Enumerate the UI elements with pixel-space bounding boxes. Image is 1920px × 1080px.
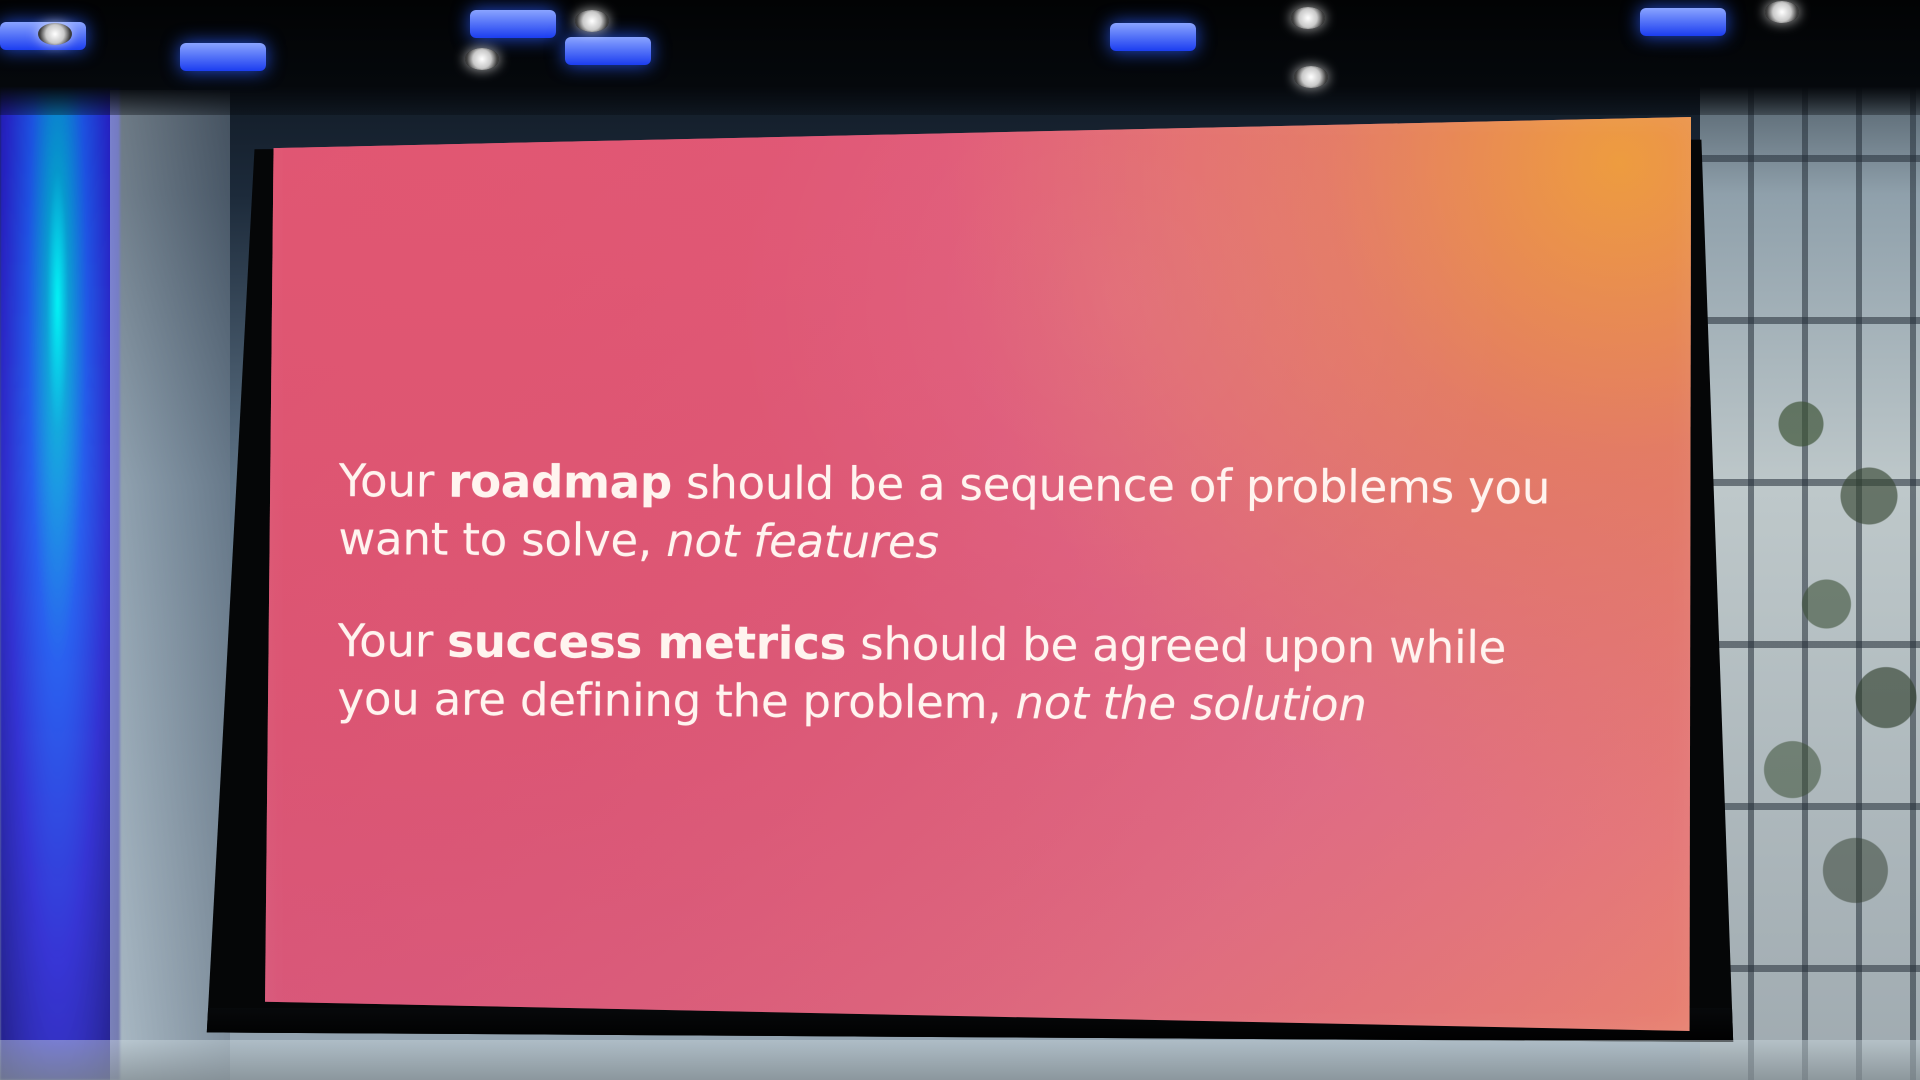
bold-phrase: success metrics [447, 614, 847, 671]
spotlight-icon [1291, 7, 1325, 29]
stage-light-icon [1110, 23, 1196, 51]
trees-behind-window [1750, 280, 1920, 1000]
roadmap-statement: Your roadmap should be a sequence of pro… [338, 452, 1559, 575]
spotlight-icon [575, 10, 609, 32]
italic-phrase: not the solution [1015, 676, 1367, 732]
left-window-wall [110, 90, 230, 1080]
slide-text-block: Your roadmap should be a sequence of pro… [337, 452, 1559, 779]
bold-phrase: roadmap [448, 454, 673, 510]
presentation-slide: Your roadmap should be a sequence of pro… [265, 117, 1691, 1031]
spotlight-icon [1294, 66, 1328, 88]
spotlight-icon [465, 48, 499, 70]
lighting-truss [0, 0, 1920, 115]
stage-light-icon [565, 37, 651, 65]
bottom-window-strip [0, 1040, 1920, 1080]
italic-phrase: not features [666, 514, 939, 569]
spotlight-icon [1765, 1, 1799, 23]
stage-light-icon [180, 43, 266, 71]
statement-text: Your [337, 613, 448, 668]
conference-stage-scene: Your roadmap should be a sequence of pro… [0, 0, 1920, 1080]
stage-light-icon [470, 10, 556, 38]
success-metrics-statement: Your success metrics should be agreed up… [337, 612, 1558, 735]
spotlight-icon [38, 23, 72, 45]
stage-light-icon [1640, 8, 1726, 36]
statement-text: Your [338, 453, 449, 508]
blue-stage-light [0, 0, 120, 1080]
